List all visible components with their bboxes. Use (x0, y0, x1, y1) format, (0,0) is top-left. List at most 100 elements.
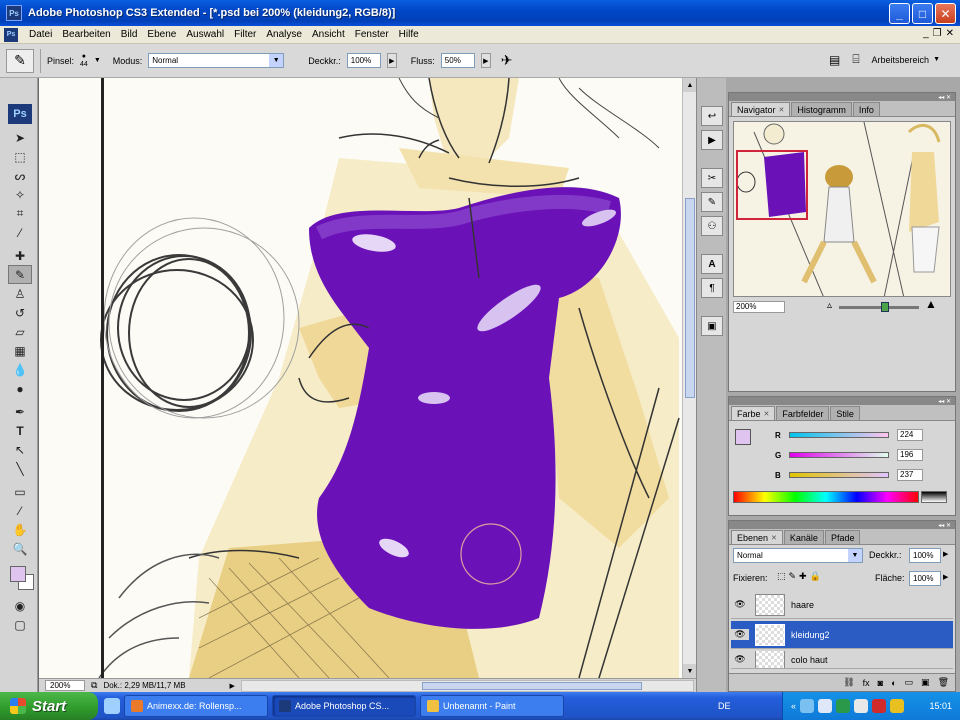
color-swatches[interactable] (8, 564, 36, 592)
tab-info[interactable]: Info (852, 102, 880, 116)
r-slider[interactable] (789, 432, 889, 438)
menu-hilfe[interactable]: Hilfe (394, 29, 424, 40)
healing-brush-tool-icon[interactable]: ✚ (8, 246, 32, 265)
path-selection-tool-icon[interactable]: ↖ (8, 440, 32, 459)
maximize-button[interactable]: □ (912, 3, 933, 24)
line-tool-icon[interactable]: ╲ (8, 459, 32, 478)
navigator-zoom-field[interactable]: 200% (733, 301, 785, 313)
b-value[interactable]: 237 (897, 469, 923, 481)
trash-icon[interactable]: 🗑 (938, 677, 949, 688)
tab-farbfelder[interactable]: Farbfelder (776, 406, 830, 420)
eye-icon[interactable]: 👁 (731, 599, 749, 610)
modus-select[interactable]: Normal ▼ (148, 53, 285, 68)
brush-size-picker[interactable]: ● 44 (80, 53, 88, 69)
magic-wand-tool-icon[interactable]: ✧ (8, 185, 32, 204)
chevron-right-icon[interactable]: ▶ (943, 550, 948, 558)
menu-analyse[interactable]: Analyse (261, 29, 307, 40)
update-icon[interactable] (890, 699, 905, 713)
crop-tool-icon[interactable]: ⌗ (8, 204, 32, 223)
network-icon[interactable] (800, 699, 815, 713)
tab-kanaele[interactable]: Kanäle (783, 530, 824, 544)
chevron-right-icon[interactable]: ▶ (943, 573, 948, 581)
document-canvas[interactable] (39, 78, 682, 678)
panel-collapse-icon[interactable]: ◂◂ ✕ (938, 94, 951, 101)
lasso-tool-icon[interactable]: ᔕ (8, 166, 32, 185)
fluss-slider-button[interactable]: ▶ (480, 53, 491, 68)
adjustment-layer-icon[interactable]: ◐ (891, 678, 896, 688)
doc-close-button[interactable]: ✕ (946, 28, 954, 39)
messenger-icon[interactable] (854, 699, 869, 713)
tray-expand-icon[interactable]: « (791, 701, 796, 711)
lock-icons[interactable]: ⬚✎✚🔒 (777, 571, 824, 582)
start-button[interactable]: Start (0, 692, 98, 720)
deckkraft-slider-button[interactable]: ▶ (386, 53, 397, 68)
menu-auswahl[interactable]: Auswahl (181, 29, 229, 40)
doc-minimize-button[interactable]: _ (923, 28, 929, 39)
layer-opacity-input[interactable]: 100% (909, 548, 941, 563)
g-slider[interactable] (789, 452, 889, 458)
antivirus-icon[interactable] (836, 699, 851, 713)
link-layers-icon[interactable]: ⛓ (843, 677, 854, 688)
chevron-right-icon[interactable]: ▶ (229, 682, 234, 690)
close-icon[interactable]: ✕ (779, 106, 785, 114)
deckkraft-input[interactable]: 100% (346, 53, 381, 68)
layer-style-icon[interactable]: fx (863, 678, 870, 688)
eye-icon[interactable]: 👁 (731, 654, 749, 665)
chevron-down-icon[interactable]: ▼ (94, 57, 101, 64)
volume-icon[interactable] (818, 699, 833, 713)
zoom-tool-icon[interactable]: 🔍 (8, 539, 32, 558)
menu-fenster[interactable]: Fenster (350, 29, 394, 40)
tab-histogramm[interactable]: Histogramm (791, 102, 852, 116)
type-tool-icon[interactable]: T (8, 421, 32, 440)
tab-pfade[interactable]: Pfade (824, 530, 861, 544)
menu-bearbeiten[interactable]: Bearbeiten (57, 29, 115, 40)
language-indicator[interactable]: DE (718, 701, 731, 711)
new-group-icon[interactable]: ▭ (905, 677, 914, 688)
blur-tool-icon[interactable]: 💧 (8, 360, 32, 379)
panel-collapse-icon[interactable]: ◂◂ ✕ (938, 398, 951, 405)
history-brush-tool-icon[interactable]: ↺ (8, 303, 32, 322)
status-info-icon[interactable]: ⧉ (91, 680, 97, 691)
brush-tool-icon[interactable]: ✎ (8, 265, 32, 284)
layer-mask-icon[interactable]: ◙ (878, 678, 883, 688)
hand-tool-icon[interactable]: ✋ (8, 520, 32, 539)
gradient-tool-icon[interactable]: ▦ (8, 341, 32, 360)
blend-mode-select[interactable]: Normal ▼ (733, 548, 863, 563)
scroll-thumb[interactable] (685, 198, 695, 398)
task-photoshop[interactable]: Adobe Photoshop CS... (272, 695, 416, 717)
foreground-color-swatch[interactable] (10, 566, 26, 582)
layer-row[interactable]: 👁 haare (731, 591, 953, 619)
layer-row-selected[interactable]: 👁 kleidung2 (731, 621, 953, 649)
security-alert-icon[interactable] (872, 699, 887, 713)
task-animexx[interactable]: Animexx.de: Rollensp... (124, 695, 268, 717)
tools-presets-icon[interactable]: ✂ (701, 168, 723, 188)
paragraph-icon[interactable]: ¶ (701, 278, 723, 298)
minimize-button[interactable]: _ (889, 3, 910, 24)
fill-opacity-input[interactable]: 100% (909, 571, 941, 586)
navigator-zoom-slider[interactable] (839, 306, 919, 309)
clone-source-icon[interactable]: ⚇ (701, 216, 723, 236)
vertical-scrollbar[interactable]: ▲ ▼ (682, 78, 697, 678)
eyedropper-tool-icon[interactable]: ⁄ (8, 223, 32, 242)
tab-ebenen[interactable]: Ebenen ✕ (731, 530, 783, 544)
move-tool-icon[interactable]: ➤ (8, 128, 32, 147)
b-slider[interactable] (789, 472, 889, 478)
panel-collapse-icon[interactable]: ◂◂ ✕ (938, 522, 951, 529)
clone-stamp-tool-icon[interactable]: ♙ (8, 284, 32, 303)
brushes-icon[interactable]: ✎ (701, 192, 723, 212)
horizontal-scrollbar[interactable] (240, 679, 694, 692)
history-icon[interactable]: ↩ (701, 106, 723, 126)
menu-ansicht[interactable]: Ansicht (307, 29, 350, 40)
menu-filter[interactable]: Filter (229, 29, 261, 40)
color-fg-swatch[interactable] (735, 429, 751, 445)
eraser-tool-icon[interactable]: ▱ (8, 322, 32, 341)
r-value[interactable]: 224 (897, 429, 923, 441)
scroll-thumb[interactable] (421, 681, 642, 690)
eye-icon[interactable]: 👁 (731, 629, 749, 640)
workspace-button[interactable]: ▤ ⌸ Arbeitsbereich ▼ (829, 52, 940, 67)
airbrush-icon[interactable]: ✈ (501, 52, 513, 69)
color-spectrum-bar[interactable] (733, 491, 919, 503)
layer-row[interactable]: 👁 colo haut (731, 651, 953, 669)
zoom-in-icon[interactable]: ▲ (925, 297, 937, 311)
screen-mode-icon[interactable]: ▢ (8, 615, 32, 634)
